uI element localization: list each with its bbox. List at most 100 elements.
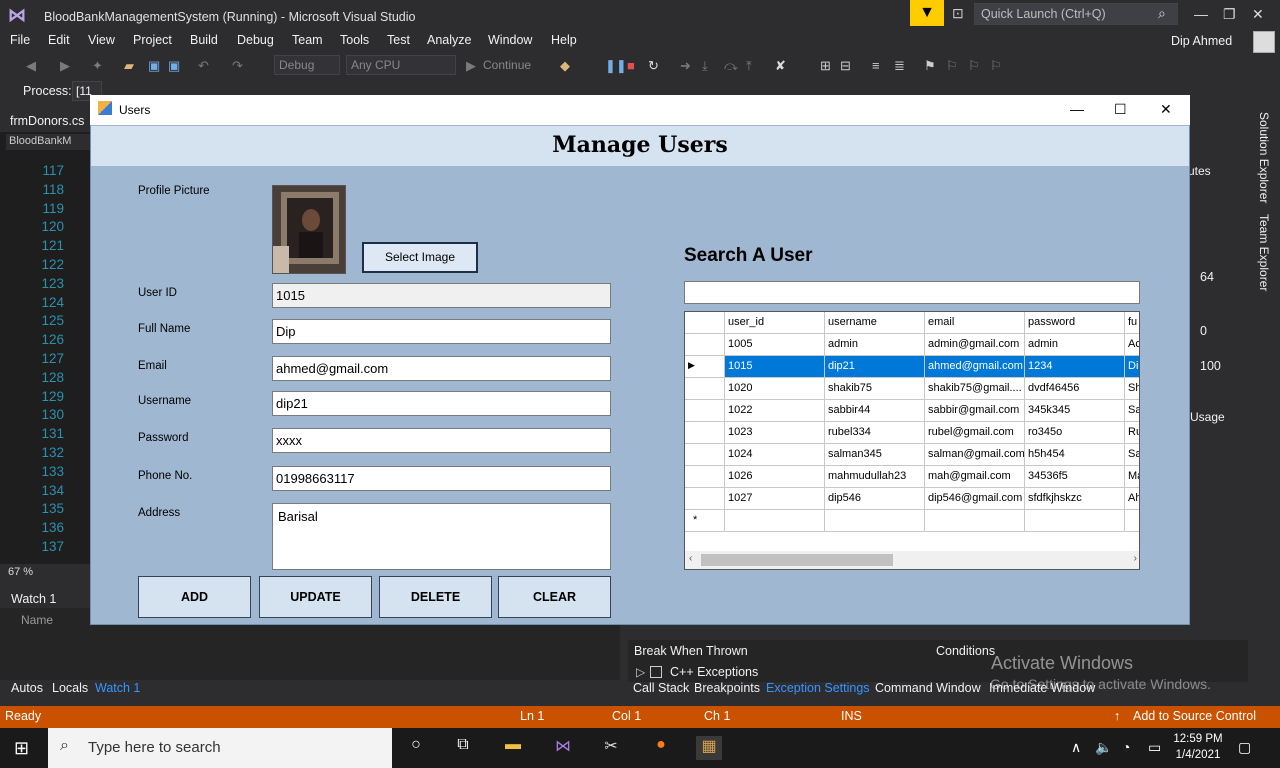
table-row[interactable]: ▶ 1015 dip21 ahmed@gmail.com 1234 Di: [685, 356, 1139, 378]
keyboard-icon[interactable]: ▭: [1148, 739, 1161, 756]
menu-build[interactable]: Build: [190, 33, 218, 47]
row-header[interactable]: [685, 444, 725, 466]
form-minimize-icon[interactable]: —: [1070, 101, 1084, 117]
table-cell[interactable]: 1005: [725, 334, 825, 356]
breakpoint-toggle-icon[interactable]: ✘: [775, 58, 786, 74]
table-cell[interactable]: [1025, 510, 1125, 532]
forward-icon[interactable]: ▶: [60, 58, 70, 74]
clear-button[interactable]: CLEAR: [498, 576, 611, 618]
taskbar-clock[interactable]: 12:59 PM 1/4/2021: [1172, 731, 1224, 763]
clear-bookmarks-icon[interactable]: ⚐: [990, 58, 1002, 74]
phone-field[interactable]: 01998663117: [272, 466, 611, 491]
menu-file[interactable]: File: [10, 33, 30, 47]
menu-debug[interactable]: Debug: [237, 33, 274, 47]
firefox-icon[interactable]: ●: [648, 736, 674, 760]
new-row-marker[interactable]: *: [685, 510, 725, 532]
address-field[interactable]: Barisal: [272, 503, 611, 570]
comment-icon[interactable]: ≡: [872, 58, 880, 73]
feedback-icon[interactable]: ⊡: [952, 5, 964, 22]
close-icon[interactable]: ✕: [1252, 6, 1264, 23]
step-over-icon[interactable]: ⤼: [724, 58, 738, 74]
table-cell[interactable]: 1027: [725, 488, 825, 510]
tab-breakpoints[interactable]: Breakpoints: [694, 681, 760, 695]
table-row[interactable]: 1023rubel334rubel@gmail.comro345oRu: [685, 422, 1139, 444]
row-header[interactable]: [685, 466, 725, 488]
row-header[interactable]: [685, 422, 725, 444]
next-bookmark-icon[interactable]: ⚐: [968, 58, 980, 74]
scrollbar-thumb[interactable]: [701, 554, 893, 566]
step-out-icon[interactable]: ⤒: [746, 58, 752, 74]
table-cell[interactable]: Sh: [1125, 378, 1139, 400]
table-cell[interactable]: Ac: [1125, 334, 1139, 356]
grid-column-header[interactable]: email: [925, 312, 1025, 334]
table-cell[interactable]: ahmed@gmail.com: [925, 356, 1025, 378]
delete-button[interactable]: DELETE: [379, 576, 492, 618]
form-close-icon[interactable]: ✕: [1160, 101, 1172, 118]
menu-edit[interactable]: Edit: [48, 33, 70, 47]
search-user-input[interactable]: [684, 281, 1140, 304]
platform-select[interactable]: Any CPU: [346, 55, 456, 75]
table-cell[interactable]: mah@gmail.com: [925, 466, 1025, 488]
table-cell[interactable]: shakib75@gmail....: [925, 378, 1025, 400]
save-icon[interactable]: ▣: [148, 58, 160, 74]
cortana-icon[interactable]: ○: [403, 736, 429, 760]
add-button[interactable]: ADD: [138, 576, 251, 618]
table-cell[interactable]: Ah: [1125, 488, 1139, 510]
table-cell[interactable]: [825, 510, 925, 532]
back-icon[interactable]: ◀: [26, 58, 36, 74]
table-cell[interactable]: 345k345: [1025, 400, 1125, 422]
table-cell[interactable]: dip21: [825, 356, 925, 378]
scroll-right-icon[interactable]: ›: [1134, 553, 1137, 564]
visual-studio-taskbar-icon[interactable]: ⋈: [550, 736, 576, 760]
maximize-icon[interactable]: ❐: [1223, 6, 1236, 23]
select-image-button[interactable]: Select Image: [362, 242, 478, 273]
tab-watch[interactable]: Watch 1: [95, 681, 140, 695]
table-cell[interactable]: mahmudullah23: [825, 466, 925, 488]
network-icon[interactable]: ◔: [1122, 739, 1130, 755]
update-button[interactable]: UPDATE: [259, 576, 372, 618]
table-cell[interactable]: [925, 510, 1025, 532]
tab-team-explorer[interactable]: Team Explorer: [1257, 214, 1271, 291]
password-field[interactable]: xxxx: [272, 428, 611, 453]
table-cell[interactable]: [725, 510, 825, 532]
menu-analyze[interactable]: Analyze: [427, 33, 471, 47]
table-row[interactable]: 1027dip546dip546@gmail.comsfdfkjhskzcAh: [685, 488, 1139, 510]
continue-button[interactable]: Continue: [483, 58, 531, 72]
table-cell[interactable]: dvdf46456: [1025, 378, 1125, 400]
class-view-icon[interactable]: ⊟: [840, 58, 851, 74]
avatar[interactable]: [1253, 31, 1275, 53]
tab-frmdonors[interactable]: frmDonors.cs: [10, 114, 84, 128]
account-name[interactable]: Dip Ahmed: [1171, 34, 1232, 48]
running-app-icon[interactable]: ▦: [696, 736, 722, 760]
file-explorer-icon[interactable]: ▬: [500, 736, 526, 760]
pause-icon[interactable]: ❚❚: [605, 58, 627, 74]
table-cell[interactable]: dip546: [825, 488, 925, 510]
table-cell[interactable]: salman345: [825, 444, 925, 466]
table-cell[interactable]: admin@gmail.com: [925, 334, 1025, 356]
zoom-level[interactable]: 67 %: [8, 566, 33, 578]
code-editor[interactable]: [0, 132, 92, 564]
attach-icon[interactable]: ◆: [560, 58, 570, 74]
grid-horizontal-scrollbar[interactable]: ‹ ›: [685, 551, 1139, 569]
table-cell[interactable]: salman@gmail.com: [925, 444, 1025, 466]
table-cell[interactable]: 1234: [1025, 356, 1125, 378]
row-header[interactable]: [685, 378, 725, 400]
uncomment-icon[interactable]: ≣: [894, 58, 905, 74]
table-cell[interactable]: 1020: [725, 378, 825, 400]
table-cell[interactable]: sabbir@gmail.com: [925, 400, 1025, 422]
row-header[interactable]: ▶: [685, 356, 725, 378]
prev-bookmark-icon[interactable]: ⚐: [946, 58, 958, 74]
row-header[interactable]: [685, 334, 725, 356]
table-cell[interactable]: dip546@gmail.com: [925, 488, 1025, 510]
tab-autos[interactable]: Autos: [11, 681, 43, 695]
restart-icon[interactable]: ↻: [648, 58, 659, 74]
menu-tools[interactable]: Tools: [340, 33, 369, 47]
tab-locals[interactable]: Locals: [52, 681, 88, 695]
tab-solution-explorer[interactable]: Solution Explorer: [1257, 112, 1271, 203]
scroll-left-icon[interactable]: ‹: [689, 553, 692, 564]
table-cell[interactable]: sfdfkjhskzc: [1025, 488, 1125, 510]
grid-column-header[interactable]: fu: [1125, 312, 1139, 334]
show-next-statement-icon[interactable]: ➜: [680, 58, 691, 74]
user-id-field[interactable]: 1015: [272, 283, 611, 308]
menu-help[interactable]: Help: [551, 33, 577, 47]
